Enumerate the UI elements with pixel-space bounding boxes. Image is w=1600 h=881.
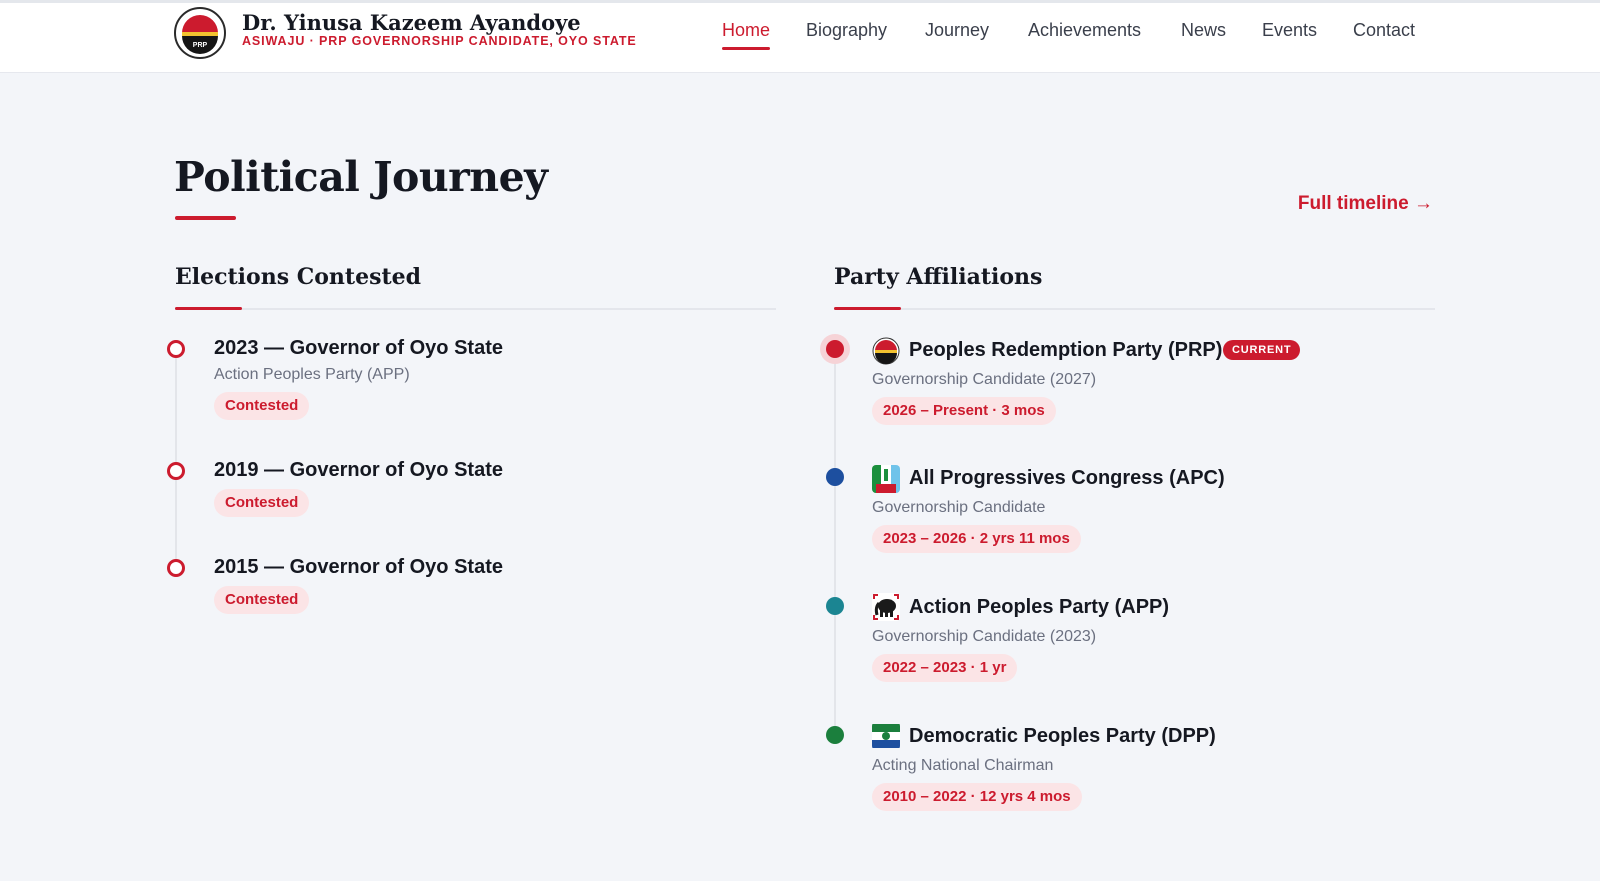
main-nav: Home Biography Journey Achievements News… (0, 20, 1600, 60)
nav-events[interactable]: Events (1262, 20, 1317, 41)
party-role: Governorship Candidate (872, 499, 1046, 516)
election-party: Action Peoples Party (APP) (214, 366, 410, 383)
nav-biography[interactable]: Biography (806, 20, 887, 41)
nav-achievements[interactable]: Achievements (1028, 20, 1141, 41)
party-name: Action Peoples Party (APP) (909, 596, 1170, 618)
dpp-flag-icon (872, 722, 900, 750)
party-period-badge: 2010 – 2022 · 12 yrs 4 mos (872, 783, 1082, 811)
timeline-dot-icon (826, 597, 844, 615)
site-header: PRP Dr. Yinusa Kazeem Ayandoye ASIWAJU ·… (0, 3, 1600, 73)
app-elephant-icon (872, 593, 900, 621)
party-role: Governorship Candidate (2027) (872, 371, 1097, 388)
timeline-dot-icon (826, 468, 844, 486)
affiliations-rule (834, 308, 1435, 310)
party-period-badge: 2023 – 2026 · 2 yrs 11 mos (872, 525, 1081, 553)
nav-home-label: Home (722, 20, 771, 40)
elections-rule-accent (175, 307, 242, 310)
affiliations-timeline-line (834, 351, 836, 735)
prp-logo-icon (872, 337, 900, 365)
party-name: Democratic Peoples Party (DPP) (909, 725, 1216, 747)
nav-contact[interactable]: Contact (1353, 20, 1415, 41)
party-name: All Progressives Congress (APC) (909, 467, 1225, 489)
election-status-badge: Contested (214, 392, 310, 420)
election-title: 2019 — Governor of Oyo State (214, 459, 503, 481)
timeline-dot-icon (826, 340, 844, 358)
party-name: Peoples Redemption Party (PRP) (909, 339, 1223, 361)
timeline-ring-icon (167, 340, 185, 358)
current-badge: CURRENT (1223, 340, 1301, 360)
party-role: Governorship Candidate (2023) (872, 628, 1097, 645)
affiliations-rule-accent (834, 307, 901, 310)
section-title-underline (175, 216, 236, 220)
affiliations-heading: Party Affiliations (834, 264, 1043, 290)
party-period-badge: 2026 – Present · 3 mos (872, 397, 1056, 425)
timeline-ring-icon (167, 559, 185, 577)
election-status-badge: Contested (214, 586, 310, 614)
timeline-ring-icon (167, 462, 185, 480)
elections-timeline-line (175, 349, 177, 569)
election-title: 2015 — Governor of Oyo State (214, 556, 503, 578)
nav-home[interactable]: Home (722, 20, 771, 50)
nav-journey[interactable]: Journey (925, 20, 989, 41)
elections-rule (175, 308, 776, 310)
full-timeline-link[interactable]: Full timeline → (1298, 193, 1433, 215)
apc-logo-icon (872, 465, 900, 493)
section-title: Political Journey (174, 153, 548, 201)
election-title: 2023 — Governor of Oyo State (214, 337, 503, 359)
nav-news[interactable]: News (1181, 20, 1226, 41)
nav-active-underline (722, 47, 771, 50)
election-status-badge: Contested (214, 489, 310, 517)
elections-heading: Elections Contested (175, 264, 422, 290)
party-period-badge: 2022 – 2023 · 1 yr (872, 654, 1018, 682)
timeline-dot-icon (826, 726, 844, 744)
party-role: Acting National Chairman (872, 757, 1054, 774)
